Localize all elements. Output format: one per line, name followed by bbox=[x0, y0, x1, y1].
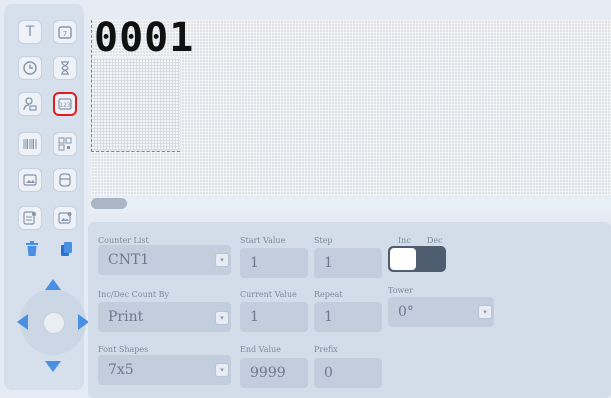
image-icon bbox=[23, 174, 37, 186]
counter-list-select[interactable]: CNT1 bbox=[98, 245, 231, 275]
user-shift-icon bbox=[23, 97, 37, 111]
toggle-knob bbox=[390, 248, 416, 270]
move-down-button[interactable] bbox=[45, 361, 61, 372]
text-image-tool-button[interactable] bbox=[18, 206, 42, 230]
counter-icon: 123 bbox=[58, 98, 72, 110]
database-icon bbox=[59, 173, 71, 187]
timer-tool-button[interactable] bbox=[53, 56, 77, 80]
current-value-input[interactable]: 1 bbox=[240, 302, 308, 332]
prefix-input[interactable]: 0 bbox=[314, 358, 382, 388]
image-settings-tool-button[interactable] bbox=[53, 206, 77, 230]
start-value-input[interactable]: 1 bbox=[240, 248, 308, 278]
step-input[interactable]: 1 bbox=[314, 248, 382, 278]
inc-label: Inc bbox=[398, 236, 411, 245]
start-value-label: Start Value bbox=[240, 236, 286, 245]
current-value-label: Current Value bbox=[240, 290, 297, 299]
chevron-down-icon[interactable]: ▾ bbox=[215, 363, 229, 377]
trash-icon bbox=[26, 241, 38, 256]
database-tool-button[interactable] bbox=[53, 168, 77, 192]
barcode-tool-button[interactable] bbox=[18, 132, 42, 156]
chevron-down-icon[interactable]: ▾ bbox=[215, 311, 229, 325]
font-shapes-label: Font Shapes bbox=[98, 345, 149, 354]
copy-button[interactable] bbox=[57, 238, 77, 260]
qrcode-tool-button[interactable] bbox=[53, 132, 77, 156]
chevron-down-icon[interactable]: ▾ bbox=[478, 305, 492, 319]
repeat-input[interactable]: 1 bbox=[314, 302, 382, 332]
repeat-label: Repeat bbox=[314, 290, 343, 299]
counter-list-label: Counter List bbox=[98, 236, 149, 245]
delete-button[interactable] bbox=[22, 238, 42, 260]
counter-preview-text[interactable]: 0001 bbox=[94, 18, 193, 58]
horizontal-scrollbar[interactable] bbox=[91, 195, 611, 213]
position-dpad bbox=[17, 275, 89, 375]
step-label: Step bbox=[314, 236, 333, 245]
text-icon: T bbox=[25, 24, 35, 40]
image-tool-button[interactable] bbox=[18, 168, 42, 192]
inc-dec-count-by-select[interactable]: Print bbox=[98, 302, 231, 332]
inc-dec-count-by-label: Inc/Dec Count By bbox=[98, 290, 170, 299]
move-left-button[interactable] bbox=[17, 314, 28, 330]
svg-text:123: 123 bbox=[59, 102, 71, 109]
dpad-center-button[interactable] bbox=[43, 312, 65, 334]
clock-tool-button[interactable] bbox=[18, 56, 42, 80]
dec-label: Dec bbox=[427, 236, 443, 245]
document-settings-icon bbox=[23, 211, 36, 225]
image-settings-icon bbox=[58, 212, 72, 224]
clock-icon bbox=[23, 61, 37, 75]
hourglass-icon bbox=[61, 61, 69, 75]
svg-text:7: 7 bbox=[63, 30, 67, 38]
text-tool-button[interactable]: T bbox=[18, 20, 42, 44]
move-up-button[interactable] bbox=[45, 279, 61, 290]
scrollbar-thumb[interactable] bbox=[91, 198, 127, 209]
barcode-icon bbox=[23, 139, 37, 149]
chevron-down-icon[interactable]: ▾ bbox=[215, 253, 229, 267]
shift-tool-button[interactable] bbox=[18, 92, 42, 116]
tower-label: Tower bbox=[388, 286, 413, 295]
copy-icon bbox=[61, 242, 72, 256]
qr-code-icon bbox=[58, 137, 72, 151]
counter-tool-button[interactable]: 123 bbox=[53, 92, 77, 116]
end-value-input[interactable]: 9999 bbox=[240, 358, 308, 388]
date-tool-button[interactable]: 7 bbox=[53, 20, 77, 44]
end-value-label: End Value bbox=[240, 345, 281, 354]
calendar-icon: 7 bbox=[58, 26, 72, 39]
font-shapes-select[interactable]: 7x5 bbox=[98, 355, 231, 385]
prefix-label: Prefix bbox=[314, 345, 338, 354]
